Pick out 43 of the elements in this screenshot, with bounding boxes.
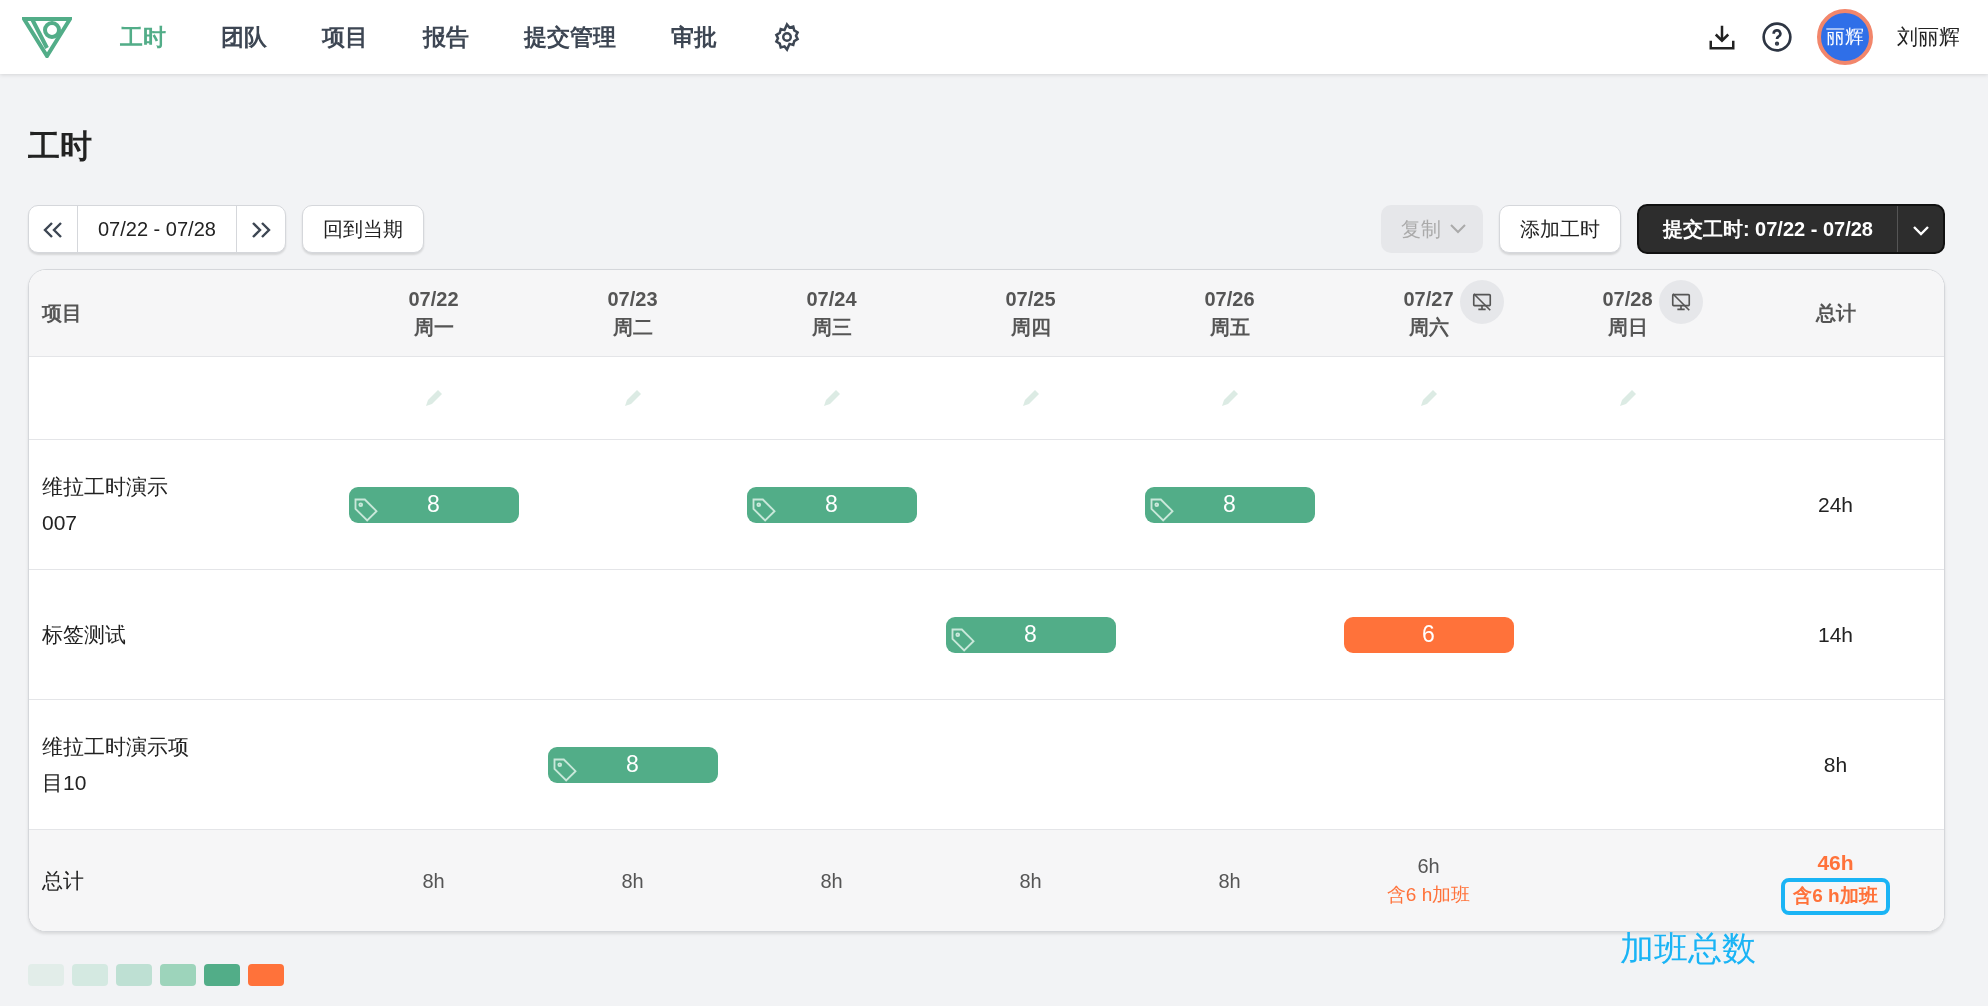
day-total: 6h — [1417, 854, 1440, 880]
day-column-header: 07/25 周四 — [1005, 287, 1056, 340]
project-name: 标签测试 — [42, 621, 127, 648]
column-header: 项目 — [42, 301, 83, 326]
settings-icon[interactable] — [772, 22, 802, 52]
nav-tab[interactable]: 项目 — [322, 19, 368, 55]
row-total: 24h — [1817, 491, 1853, 518]
day-total: 8h — [422, 868, 445, 894]
page-title: 工时 — [28, 127, 93, 166]
user-avatar[interactable]: 丽辉 — [1817, 9, 1873, 65]
add-hours-button[interactable]: 添加工时 — [1498, 205, 1621, 253]
project-name: 维拉工时演示项目10 — [42, 733, 190, 796]
day-total: 8h — [1218, 868, 1241, 894]
day-column-header: 07/28 周日 — [1602, 287, 1653, 340]
nav-tab[interactable]: 审批 — [671, 19, 717, 55]
nav-tab[interactable]: 报告 — [423, 19, 469, 55]
day-column-header: 07/23 周二 — [607, 287, 658, 340]
annotation-label: 加班总数 — [1620, 928, 1757, 969]
nav-tab[interactable]: 提交管理 — [524, 19, 616, 55]
day-column-header: 07/26 周五 — [1204, 287, 1255, 340]
non-working-day-icon[interactable] — [1459, 280, 1504, 324]
project-name: 维拉工时演示007 — [42, 473, 169, 536]
chevron-down-icon — [1448, 223, 1467, 235]
row-total: 8h — [1823, 751, 1848, 778]
logo-icon — [22, 16, 72, 58]
day-column-header: 07/22 周一 — [408, 287, 459, 340]
overtime-note: 含6 h加班 — [1781, 878, 1890, 915]
column-header: 总计 — [1814, 301, 1857, 326]
help-icon[interactable] — [1761, 21, 1793, 53]
total-label: 总计 — [42, 867, 85, 894]
day-total: 8h — [1019, 868, 1042, 894]
row-total: 14h — [1817, 621, 1853, 648]
day-column-header: 07/24 周三 — [806, 287, 857, 340]
day-total: 8h — [820, 868, 843, 894]
non-working-day-icon[interactable] — [1658, 280, 1703, 324]
day-column-header: 07/27 周六 — [1403, 287, 1454, 340]
user-name[interactable]: 刘丽辉 — [1897, 21, 1960, 53]
date-range[interactable]: 07/22 - 07/28 — [77, 206, 237, 252]
nav-tab[interactable]: 团队 — [221, 19, 267, 55]
current-period-button[interactable]: 回到当期 — [301, 205, 424, 253]
day-total: 8h — [621, 868, 644, 894]
overtime-note: 含6 h加班 — [1386, 883, 1471, 908]
grand-total: 46h — [1817, 849, 1854, 876]
